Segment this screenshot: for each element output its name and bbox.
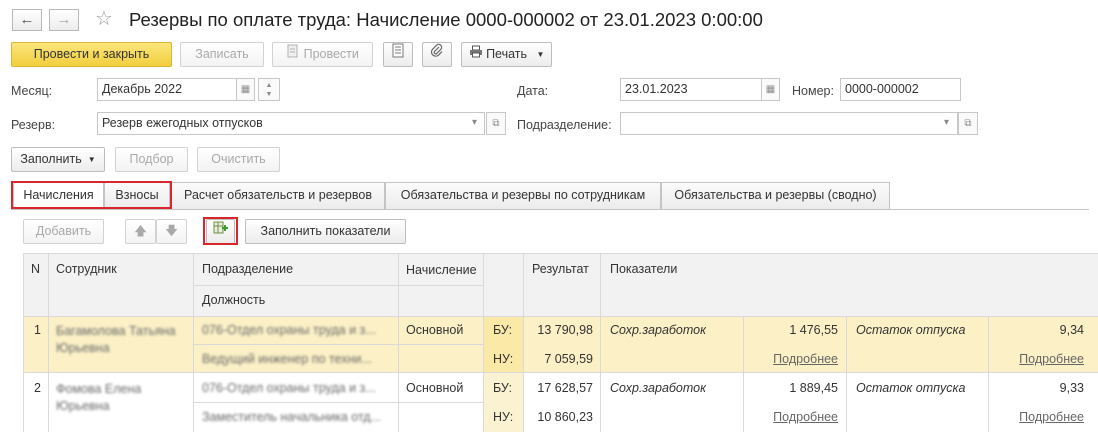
back-button[interactable]: ← xyxy=(12,9,42,31)
select-button[interactable]: Подбор xyxy=(115,147,188,172)
stepper-up-icon: ▲ xyxy=(265,82,273,89)
dropdown-caret-icon: ▼ xyxy=(87,155,96,164)
list-document-icon xyxy=(391,43,405,66)
department-select[interactable] xyxy=(620,112,958,135)
tab-obligations-summary[interactable]: Обязательства и резервы (сводно) xyxy=(661,182,890,209)
indicator-2-value[interactable]: 9,34 xyxy=(990,323,1084,337)
calendar-icon: ▦ xyxy=(765,84,776,95)
column-header-result[interactable]: Результат xyxy=(532,262,589,276)
month-stepper[interactable]: ▲ ▼ xyxy=(258,78,280,101)
printer-icon xyxy=(469,43,483,66)
department-open-button[interactable]: ⧉ xyxy=(958,112,978,135)
nu-label: НУ: xyxy=(493,352,514,366)
fill-button[interactable]: Заполнить ▼ xyxy=(11,147,105,172)
accrual-type[interactable]: Основной xyxy=(406,381,463,395)
nu-value[interactable]: 7 059,59 xyxy=(524,352,593,366)
department-dropdown-icon[interactable]: ▾ xyxy=(937,112,956,135)
column-header-indicators[interactable]: Показатели xyxy=(610,262,677,276)
reserve-dropdown-icon[interactable]: ▾ xyxy=(465,112,484,135)
post-button[interactable]: Провести xyxy=(272,42,373,67)
page-title: Резервы по оплате труда: Начисление 0000… xyxy=(129,9,763,30)
indicator-2-details-link[interactable]: Подробнее xyxy=(990,410,1084,424)
post-button-label: Провести xyxy=(303,47,359,61)
accrual-type[interactable]: Основной xyxy=(406,323,463,337)
tabs-baseline xyxy=(11,209,1089,210)
month-input[interactable]: Декабрь 2022 xyxy=(97,78,237,101)
indicator-1-value[interactable]: 1 889,45 xyxy=(745,381,838,395)
fill-button-label: Заполнить xyxy=(20,152,82,166)
reserve-select[interactable]: Резерв ежегодных отпусков xyxy=(97,112,485,135)
department-label: Подразделение: xyxy=(517,118,612,132)
column-header-accrual[interactable]: Начисление xyxy=(406,262,478,278)
column-header-n[interactable]: N xyxy=(31,262,40,276)
tab-obligations-calculation[interactable]: Расчет обязательств и резервов xyxy=(171,182,385,209)
move-up-button[interactable]: 🡅 xyxy=(125,219,156,244)
print-button[interactable]: Печать ▼ xyxy=(461,42,552,67)
tab-accruals[interactable]: Начисления xyxy=(13,182,104,209)
nu-label: НУ: xyxy=(493,410,514,424)
nu-value[interactable]: 10 860,23 xyxy=(524,410,593,424)
month-label: Месяц: xyxy=(11,84,53,98)
calendar-icon: ▦ xyxy=(240,84,251,95)
clear-button[interactable]: Очистить xyxy=(197,147,280,172)
row-number: 1 xyxy=(34,323,41,337)
date-calendar-button[interactable]: ▦ xyxy=(761,78,780,101)
indicator-2-name: Остаток отпуска xyxy=(856,381,966,395)
bu-value[interactable]: 13 790,98 xyxy=(524,323,593,337)
month-calendar-button[interactable]: ▦ xyxy=(236,78,255,101)
favorite-star-icon[interactable]: ☆ xyxy=(95,7,113,31)
bu-label: БУ: xyxy=(493,381,513,395)
employee-position[interactable]: Заместитель начальника отд... xyxy=(202,410,387,424)
column-header-employee[interactable]: Сотрудник xyxy=(56,262,117,276)
attach-file-button[interactable] xyxy=(422,42,452,67)
number-label: Номер: xyxy=(792,84,834,98)
column-header-department[interactable]: Подразделение xyxy=(202,262,293,276)
add-indicator-button[interactable] xyxy=(206,219,235,244)
open-window-icon: ⧉ xyxy=(492,118,500,129)
date-label: Дата: xyxy=(517,84,549,98)
reserve-open-button[interactable]: ⧉ xyxy=(486,112,506,135)
tab-obligations-by-employee[interactable]: Обязательства и резервы по сотрудникам xyxy=(385,182,661,209)
fill-indicators-button[interactable]: Заполнить показатели xyxy=(245,219,406,244)
indicator-1-value[interactable]: 1 476,55 xyxy=(745,323,838,337)
arrow-down-icon: 🡇 xyxy=(165,224,178,238)
tab-contributions[interactable]: Взносы xyxy=(104,182,170,209)
number-input[interactable]: 0000-000002 xyxy=(840,78,961,101)
forward-button[interactable]: → xyxy=(49,9,79,31)
dropdown-caret-icon: ▼ xyxy=(536,50,545,59)
print-button-label: Печать xyxy=(486,47,528,61)
bu-label: БУ: xyxy=(493,323,513,337)
post-document-icon xyxy=(286,43,300,66)
journal-button[interactable] xyxy=(383,42,413,67)
indicator-2-name: Остаток отпуска xyxy=(856,323,966,337)
employee-name[interactable]: Багамолова Татьяна Юрьевна xyxy=(56,323,188,357)
indicator-1-name: Сохр.заработок xyxy=(610,323,707,337)
indicator-1-details-link[interactable]: Подробнее xyxy=(745,410,838,424)
open-window-icon: ⧉ xyxy=(964,118,972,129)
arrow-right-icon: → xyxy=(56,11,72,28)
arrow-up-icon: 🡅 xyxy=(134,224,147,238)
indicator-2-details-link[interactable]: Подробнее xyxy=(990,352,1084,366)
add-row-button[interactable]: Добавить xyxy=(23,219,104,244)
row-number: 2 xyxy=(34,381,41,395)
indicator-1-name: Сохр.заработок xyxy=(610,381,707,395)
employee-department[interactable]: 076-Отдел охраны труда и з... xyxy=(202,323,387,337)
column-header-position[interactable]: Должность xyxy=(202,293,265,307)
save-button[interactable]: Записать xyxy=(180,42,264,67)
move-down-button[interactable]: 🡇 xyxy=(156,219,187,244)
table-add-icon xyxy=(213,220,229,243)
bu-value[interactable]: 17 628,57 xyxy=(524,381,593,395)
paperclip-icon xyxy=(430,43,444,66)
arrow-left-icon: ← xyxy=(19,11,35,28)
post-and-close-button[interactable]: Провести и закрыть xyxy=(11,42,172,67)
employee-name[interactable]: Фомова Елена Юрьевна xyxy=(56,381,188,415)
indicator-1-details-link[interactable]: Подробнее xyxy=(745,352,838,366)
employee-position[interactable]: Ведущий инженер по техни... xyxy=(202,352,387,366)
date-input[interactable]: 23.01.2023 xyxy=(620,78,762,101)
employee-department[interactable]: 076-Отдел охраны труда и з... xyxy=(202,381,387,395)
reserve-label: Резерв: xyxy=(11,118,56,132)
indicator-2-value[interactable]: 9,33 xyxy=(990,381,1084,395)
stepper-down-icon: ▼ xyxy=(265,91,273,98)
